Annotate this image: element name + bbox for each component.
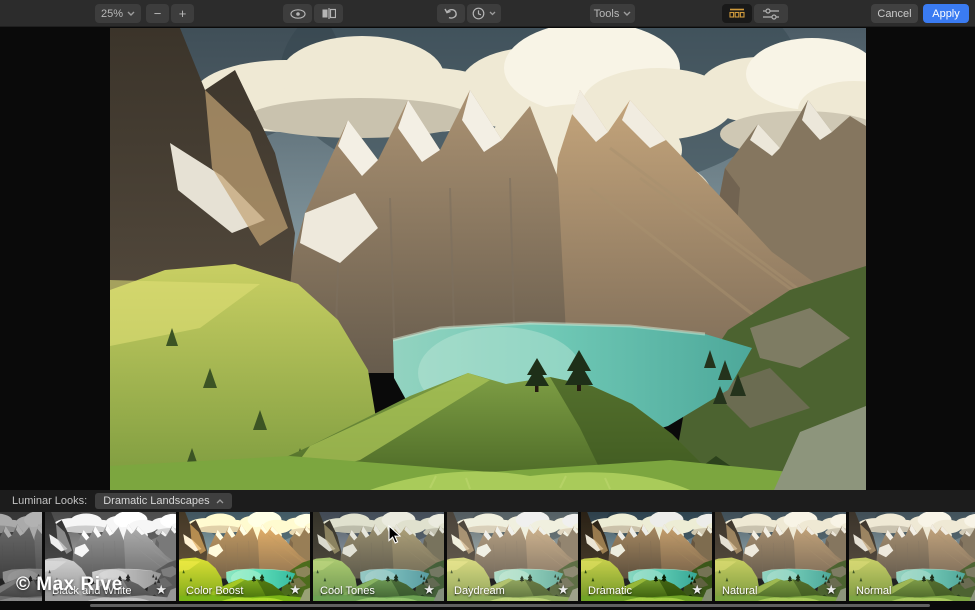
- star-icon[interactable]: ★: [557, 582, 569, 598]
- eye-icon: [290, 9, 306, 19]
- chevron-down-icon: [489, 11, 496, 16]
- editor-canvas: [0, 27, 975, 490]
- star-icon[interactable]: ★: [691, 582, 703, 598]
- apply-button[interactable]: Apply: [923, 4, 969, 23]
- top-toolbar: 25% − + Tools: [0, 0, 975, 27]
- look-thumbnail-natural[interactable]: Natural ★: [715, 512, 846, 601]
- zoom-level-value: 25%: [101, 8, 123, 20]
- tools-menu-button[interactable]: Tools: [590, 4, 635, 23]
- look-thumbnail-normal[interactable]: Normal ★: [849, 512, 975, 601]
- photographer-credit: © Max Rive: [16, 574, 123, 596]
- history-button[interactable]: [467, 4, 501, 23]
- looks-filmstrip-icon: [729, 8, 745, 19]
- looks-collection-value: Dramatic Landscapes: [103, 495, 209, 507]
- tools-menu-label: Tools: [594, 8, 620, 20]
- before-after-split-icon: [322, 8, 336, 19]
- compare-button[interactable]: [314, 4, 343, 23]
- chevron-up-icon: [216, 499, 224, 504]
- star-icon[interactable]: ★: [423, 582, 435, 598]
- look-label: Cool Tones: [320, 585, 375, 597]
- chevron-down-icon: [127, 11, 135, 16]
- cancel-label: Cancel: [877, 8, 911, 20]
- looks-bar-label: Luminar Looks:: [12, 495, 87, 507]
- zoom-level-select[interactable]: 25%: [95, 4, 141, 23]
- clock-icon: [472, 7, 485, 20]
- plus-icon: +: [179, 7, 187, 20]
- star-icon[interactable]: ★: [825, 582, 837, 598]
- looks-collection-select[interactable]: Dramatic Landscapes: [95, 493, 231, 509]
- look-thumbnail-cool-tones[interactable]: Cool Tones ★: [313, 512, 444, 601]
- mouse-cursor: [388, 525, 401, 544]
- look-label: Daydream: [454, 585, 505, 597]
- zoom-in-button[interactable]: +: [171, 4, 194, 23]
- look-label: Dramatic: [588, 585, 632, 597]
- undo-arrow-icon: [444, 8, 458, 20]
- landscape-photo: [110, 28, 866, 490]
- filters-panel-toggle[interactable]: [754, 4, 788, 23]
- photo-preview: [110, 28, 866, 490]
- apply-label: Apply: [932, 8, 960, 20]
- chevron-down-icon: [623, 11, 631, 16]
- minus-icon: −: [154, 7, 162, 20]
- zoom-out-button[interactable]: −: [146, 4, 169, 23]
- cancel-button[interactable]: Cancel: [871, 4, 918, 23]
- look-thumbnail-daydream[interactable]: Daydream ★: [447, 512, 578, 601]
- look-thumbnail-color-boost[interactable]: Color Boost ★: [179, 512, 310, 601]
- filmstrip-scrollbar[interactable]: [90, 604, 930, 607]
- looks-panel-toggle[interactable]: [722, 4, 752, 23]
- look-thumbnail-dramatic[interactable]: Dramatic ★: [581, 512, 712, 601]
- look-label: Natural: [722, 585, 757, 597]
- star-icon[interactable]: ★: [155, 582, 167, 598]
- undo-button[interactable]: [437, 4, 465, 23]
- luminar-looks-bar: Luminar Looks: Dramatic Landscapes: [0, 490, 975, 512]
- looks-filmstrip: Black and White ★ Color Boost ★ Cool Ton…: [0, 512, 975, 601]
- adjustment-sliders-icon: [763, 8, 779, 20]
- star-icon[interactable]: ★: [289, 582, 301, 598]
- preview-toggle-button[interactable]: [283, 4, 312, 23]
- look-label: Color Boost: [186, 585, 243, 597]
- look-label: Normal: [856, 585, 891, 597]
